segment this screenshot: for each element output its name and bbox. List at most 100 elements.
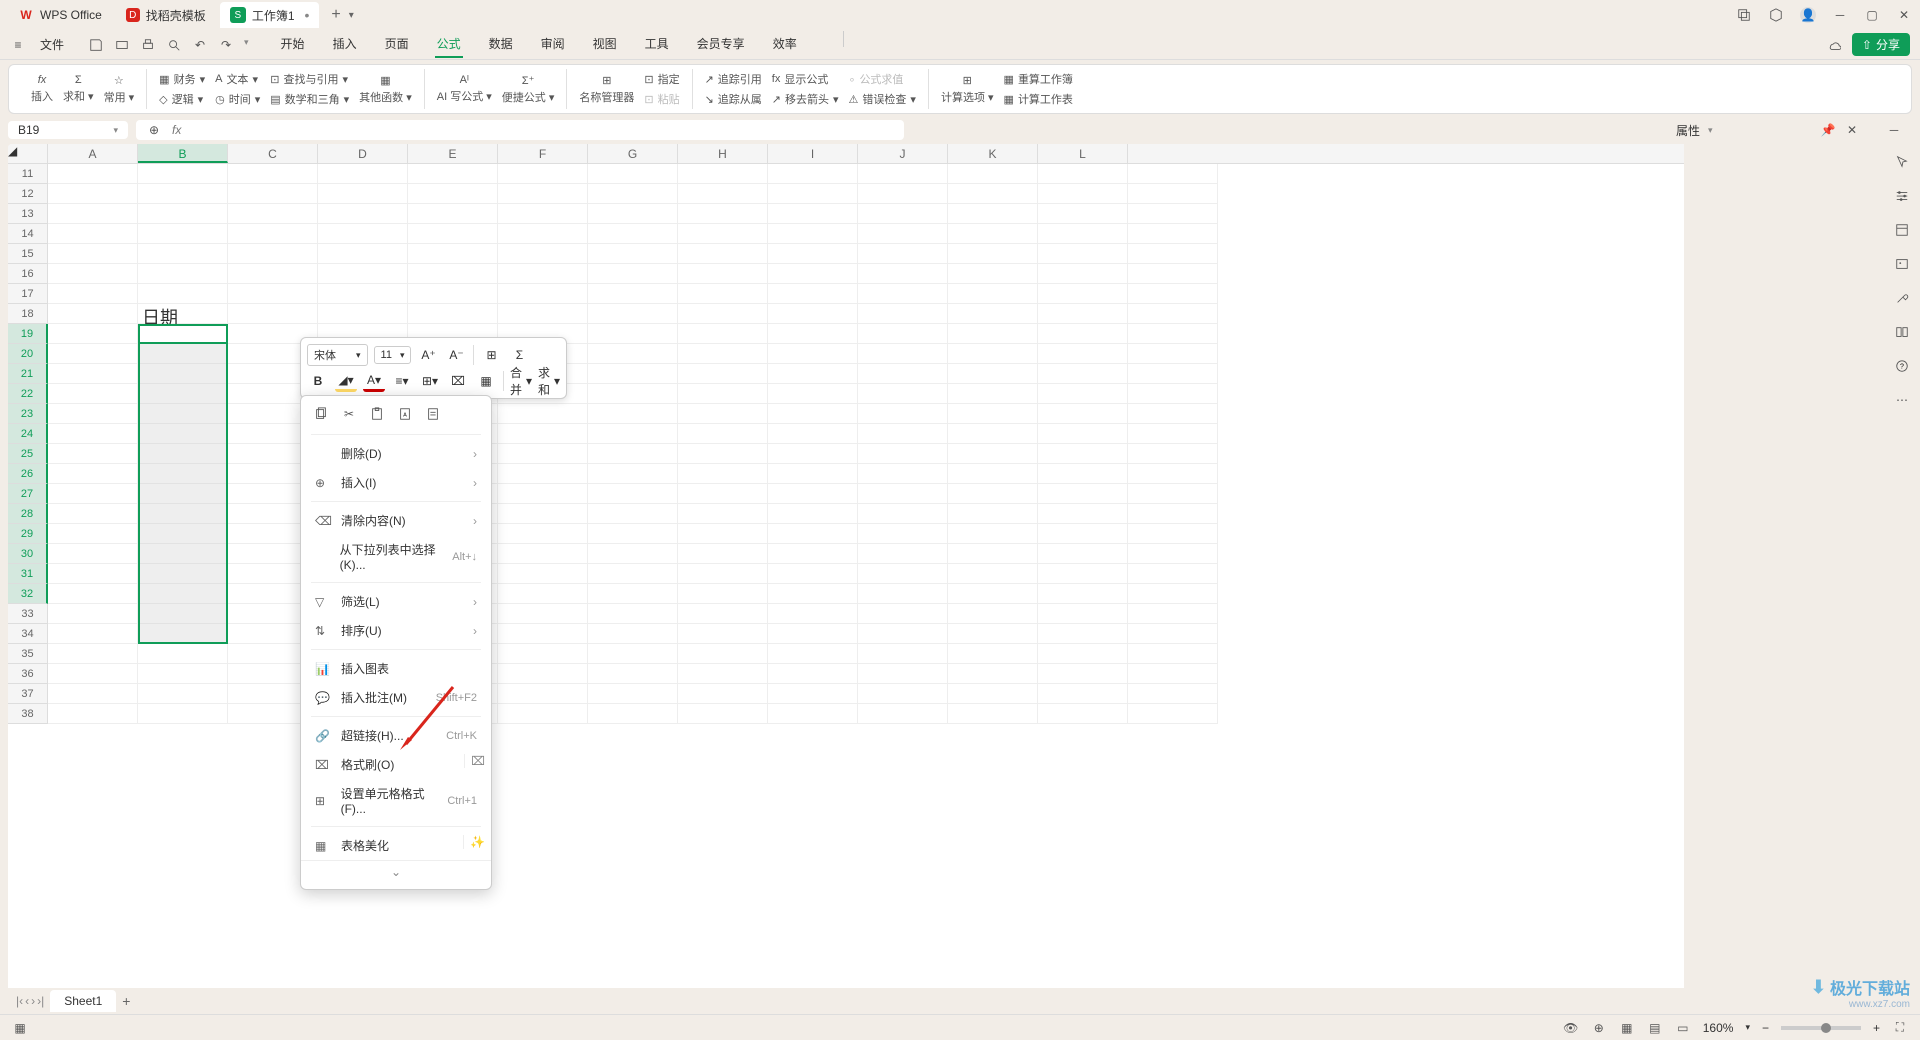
col-F[interactable]: F xyxy=(498,144,588,163)
user-avatar-icon[interactable]: 👤 xyxy=(1800,7,1816,23)
tab-tools[interactable]: 工具 xyxy=(643,31,671,58)
col-G[interactable]: G xyxy=(588,144,678,163)
gallery-icon[interactable] xyxy=(1894,256,1910,272)
zoom-out-icon[interactable]: − xyxy=(1762,1021,1769,1035)
row-27[interactable]: 27 xyxy=(8,484,48,504)
row-35[interactable]: 35 xyxy=(8,644,48,664)
row-19[interactable]: 19 xyxy=(8,324,48,344)
undo-icon[interactable]: ↶ xyxy=(192,37,208,53)
spreadsheet-grid[interactable]: ◢ A B C D E F G H I J K L 11121314151617… xyxy=(8,144,1684,1014)
ctx-format-painter[interactable]: ⌧格式刷(O)⌧ xyxy=(301,750,491,779)
ribbon-other[interactable]: ▦其他函数 ▾ xyxy=(359,74,412,105)
zoom-dropdown-icon[interactable]: ▾ xyxy=(1745,1022,1750,1033)
tab-wps[interactable]: W WPS Office xyxy=(8,2,112,28)
format-painter-side-icon[interactable]: ⌧ xyxy=(464,754,485,768)
book-icon[interactable] xyxy=(1894,324,1910,340)
cut-icon[interactable]: ✂ xyxy=(341,406,357,422)
ctx-dropdown[interactable]: 从下拉列表中选择(K)...Alt+↓ xyxy=(301,535,491,578)
paste-icon[interactable] xyxy=(369,406,385,422)
bold-icon[interactable]: B xyxy=(307,370,329,392)
name-box-dropdown-icon[interactable]: ▾ xyxy=(113,125,118,136)
copy-icon[interactable] xyxy=(313,406,329,422)
col-J[interactable]: J xyxy=(858,144,948,163)
row-21[interactable]: 21 xyxy=(8,364,48,384)
maximize-icon[interactable]: ▢ xyxy=(1864,7,1880,23)
ribbon-finance[interactable]: ▦ 财务 ▾ xyxy=(159,71,205,87)
ribbon-ai-formula[interactable]: AᴵAI 写公式 ▾ xyxy=(437,74,492,104)
tab-close-icon[interactable]: • xyxy=(305,7,310,23)
row-16[interactable]: 16 xyxy=(8,264,48,284)
props-label[interactable]: 属性 xyxy=(1676,122,1700,139)
tab-workbook[interactable]: S 工作簿1 • xyxy=(220,2,320,28)
print-preview-icon[interactable] xyxy=(114,37,130,53)
sheet-next-icon[interactable]: › xyxy=(31,994,35,1008)
ctx-clear[interactable]: ⌫清除内容(N)› xyxy=(301,506,491,535)
row-17[interactable]: 17 xyxy=(8,284,48,304)
tab-page[interactable]: 页面 xyxy=(383,31,411,58)
print-icon[interactable] xyxy=(140,37,156,53)
ribbon-trace-dep[interactable]: ↘ 追踪从属 xyxy=(705,91,762,107)
ctx-format-cells[interactable]: ⊞设置单元格格式(F)...Ctrl+1 xyxy=(301,779,491,822)
ribbon-quick-formula[interactable]: Σ⁺便捷公式 ▾ xyxy=(502,74,555,105)
help-icon[interactable]: ? xyxy=(1894,358,1910,374)
highlight-icon[interactable]: ◢▾ xyxy=(335,370,357,392)
sheet-prev-icon[interactable]: ‹ xyxy=(25,994,29,1008)
fullscreen-icon[interactable]: ⛶ xyxy=(1892,1020,1908,1036)
row-23[interactable]: 23 xyxy=(8,404,48,424)
ribbon-name-mgr[interactable]: ⊞名称管理器 xyxy=(579,74,634,105)
zoom-in-icon[interactable]: ⊕ xyxy=(146,122,162,138)
beautify-side-icon[interactable]: ✨ xyxy=(463,835,485,849)
close-panel-icon[interactable]: ✕ xyxy=(1844,122,1860,138)
row-14[interactable]: 14 xyxy=(8,224,48,244)
tab-efficiency[interactable]: 效率 xyxy=(771,31,799,58)
row-38[interactable]: 38 xyxy=(8,704,48,724)
pin-icon[interactable]: 📌 xyxy=(1820,122,1836,138)
row-22[interactable]: 22 xyxy=(8,384,48,404)
ctx-delete[interactable]: 删除(D)› xyxy=(301,439,491,468)
sheet-add-icon[interactable]: + xyxy=(122,993,130,1009)
ribbon-calc-sheet[interactable]: ▦ 计算工作表 xyxy=(1004,91,1073,107)
ribbon-lookup[interactable]: ⊡ 查找与引用 ▾ xyxy=(270,71,349,87)
select-all-corner[interactable]: ◢ xyxy=(8,144,48,163)
sum-button[interactable]: 求和▾ xyxy=(538,370,560,392)
row-37[interactable]: 37 xyxy=(8,684,48,704)
formula-bar[interactable]: ⊕ fx xyxy=(136,120,904,140)
row-13[interactable]: 13 xyxy=(8,204,48,224)
font-shrink-icon[interactable]: A⁻ xyxy=(445,344,467,366)
format-table-icon[interactable]: ▦ xyxy=(475,370,497,392)
row-29[interactable]: 29 xyxy=(8,524,48,544)
row-25[interactable]: 25 xyxy=(8,444,48,464)
row-28[interactable]: 28 xyxy=(8,504,48,524)
tab-add-icon[interactable]: + xyxy=(331,6,340,24)
paste-text-icon[interactable]: A xyxy=(397,406,413,422)
tab-start[interactable]: 开始 xyxy=(279,31,307,58)
ribbon-text[interactable]: A 文本 ▾ xyxy=(215,71,260,87)
col-E[interactable]: E xyxy=(408,144,498,163)
row-33[interactable]: 33 xyxy=(8,604,48,624)
find-icon[interactable] xyxy=(166,37,182,53)
ribbon-specify[interactable]: ⊡ 指定 xyxy=(644,71,679,87)
font-select[interactable]: 宋体▾ xyxy=(307,344,368,366)
col-I[interactable]: I xyxy=(768,144,858,163)
ribbon-time[interactable]: ◷ 时间 ▾ xyxy=(215,91,260,107)
ribbon-move-arrow[interactable]: ↗ 移去箭头 ▾ xyxy=(772,91,839,107)
col-K[interactable]: K xyxy=(948,144,1038,163)
size-select[interactable]: 11▾ xyxy=(374,346,412,364)
view-normal-icon[interactable]: ▦ xyxy=(1619,1020,1635,1036)
row-11[interactable]: 11 xyxy=(8,164,48,184)
save-icon[interactable] xyxy=(88,37,104,53)
ctx-sort[interactable]: ⇅排序(U)› xyxy=(301,616,491,645)
col-B[interactable]: B xyxy=(138,144,228,163)
zoom-value[interactable]: 160% xyxy=(1703,1021,1734,1035)
redo-icon[interactable]: ↷ xyxy=(218,37,234,53)
ribbon-sum[interactable]: Σ求和 ▾ xyxy=(63,74,94,104)
row-12[interactable]: 12 xyxy=(8,184,48,204)
sheet-tab[interactable]: Sheet1 xyxy=(50,990,116,1012)
menu-hamburger-icon[interactable]: ≡ xyxy=(10,37,26,53)
dropdown-icon[interactable]: ▾ xyxy=(244,37,249,53)
row-26[interactable]: 26 xyxy=(8,464,48,484)
align-icon[interactable]: ≡▾ xyxy=(391,370,413,392)
row-24[interactable]: 24 xyxy=(8,424,48,444)
ctx-comment[interactable]: 💬插入批注(M)Shift+F2 xyxy=(301,683,491,712)
view-page-icon[interactable]: ▤ xyxy=(1647,1020,1663,1036)
